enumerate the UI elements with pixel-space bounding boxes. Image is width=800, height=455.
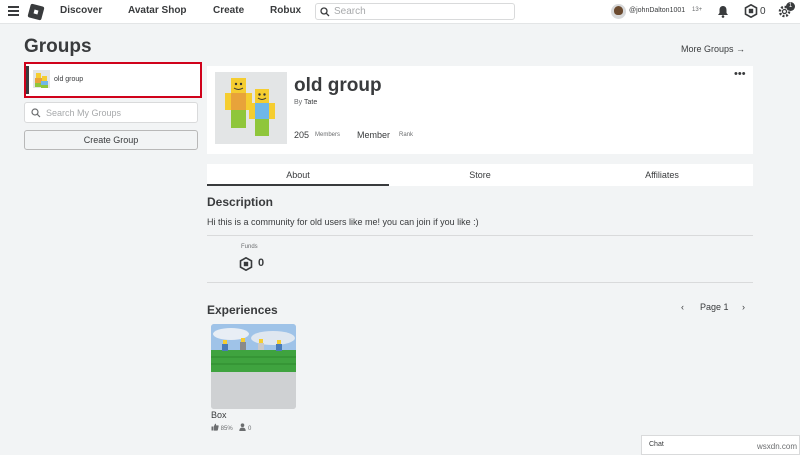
- pager-next-icon[interactable]: ›: [742, 302, 745, 312]
- nav-avatar-shop[interactable]: Avatar Shop: [128, 5, 187, 16]
- more-groups-link[interactable]: More Groups →: [681, 44, 745, 54]
- group-owner-line: By Tate: [294, 99, 317, 106]
- robux-count[interactable]: 0: [760, 6, 766, 17]
- roblox-logo-icon[interactable]: [27, 3, 45, 21]
- experience-rating: 85%: [220, 426, 233, 432]
- rank-label: Rank: [399, 132, 414, 138]
- group-emblem: [215, 72, 287, 144]
- tab-affiliates[interactable]: Affiliates: [571, 164, 753, 186]
- my-groups-search-input[interactable]: [46, 106, 194, 119]
- group-tabs: About Store Affiliates: [207, 164, 753, 186]
- global-search: [315, 3, 515, 20]
- divider: [207, 282, 753, 283]
- username-label[interactable]: @johnDalton1001: [629, 7, 685, 14]
- by-label: By: [294, 99, 303, 106]
- nav-create[interactable]: Create: [213, 5, 244, 16]
- experiences-title: Experiences: [207, 303, 278, 317]
- page-title: Groups: [24, 36, 92, 57]
- robux-icon[interactable]: [744, 4, 758, 18]
- user-avatar[interactable]: [611, 4, 626, 19]
- nav-robux[interactable]: Robux: [270, 5, 301, 16]
- sidebar-group-item[interactable]: old group: [24, 62, 202, 98]
- tab-about[interactable]: About: [207, 164, 389, 186]
- nav-discover[interactable]: Discover: [60, 5, 102, 16]
- notification-bell-icon[interactable]: [717, 5, 729, 18]
- settings-notification-badge: 1: [786, 2, 795, 11]
- experience-thumbnail[interactable]: [211, 324, 296, 409]
- thumbs-up-icon: [211, 423, 219, 431]
- watermark: wsxdn.com: [757, 442, 798, 451]
- my-groups-search: [24, 102, 198, 123]
- create-group-button[interactable]: Create Group: [24, 130, 198, 150]
- more-options-icon[interactable]: •••: [734, 68, 746, 80]
- funds-value: 0: [258, 257, 265, 269]
- group-name: old group: [294, 75, 382, 96]
- selected-indicator: [26, 66, 29, 94]
- pager-label: Page 1: [700, 302, 729, 312]
- top-navigation-bar: Discover Avatar Shop Create Robux @johnD…: [0, 0, 800, 24]
- experience-name[interactable]: Box: [211, 410, 227, 420]
- description-title: Description: [207, 195, 274, 209]
- members-label: Members: [315, 132, 341, 138]
- pager-prev-icon[interactable]: ‹: [681, 302, 684, 312]
- group-owner-link[interactable]: Tate: [304, 99, 317, 106]
- global-search-input[interactable]: [334, 5, 509, 18]
- rank-value: Member: [357, 130, 391, 140]
- group-header-card: old group By Tate 205 Members Member Ran…: [207, 66, 753, 154]
- members-count: 205: [294, 130, 310, 140]
- funds-label: Funds: [241, 244, 258, 250]
- menu-icon[interactable]: [8, 6, 20, 18]
- tab-store[interactable]: Store: [389, 164, 571, 186]
- age-badge: 13+: [692, 7, 703, 13]
- search-icon: [31, 108, 41, 118]
- description-text: Hi this is a community for old users lik…: [207, 217, 479, 227]
- robux-icon: [239, 257, 253, 271]
- player-icon: [239, 423, 247, 431]
- sidebar-group-name: old group: [54, 76, 84, 83]
- group-thumbnail: [33, 70, 50, 88]
- search-icon: [320, 7, 330, 17]
- experience-players: 0: [248, 426, 252, 432]
- divider: [207, 235, 753, 236]
- experience-stats: 85% 0: [211, 423, 251, 432]
